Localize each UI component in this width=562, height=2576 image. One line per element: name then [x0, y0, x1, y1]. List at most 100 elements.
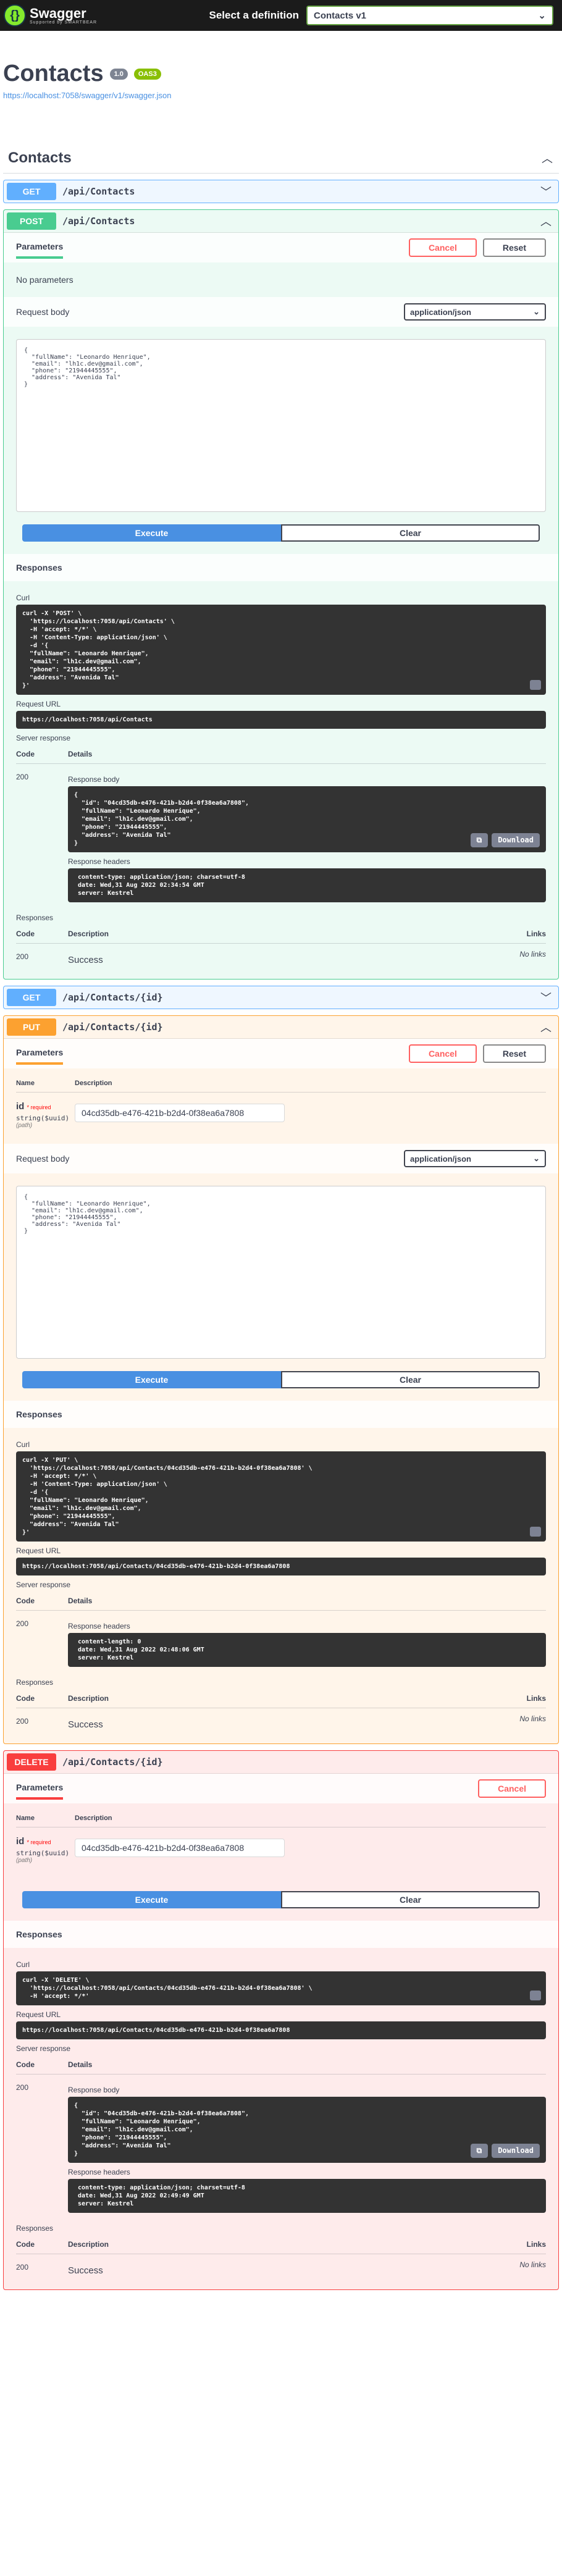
operation-header[interactable]: DELETE /api/Contacts/{id} [4, 1751, 558, 1773]
operation-header[interactable]: PUT /api/Contacts/{id} ︿ [4, 1016, 558, 1038]
operation-get-contacts: GET /api/Contacts ﹀ [3, 180, 559, 203]
response-code: 200 [16, 2263, 29, 2272]
param-type: string($uuid) [16, 1849, 70, 1857]
swagger-logo[interactable]: {} Swagger Supported by SMARTBEAR [4, 4, 97, 27]
details-header: Details [68, 2060, 93, 2069]
execute-button[interactable]: Execute [22, 1371, 281, 1388]
code-header: Code [16, 929, 35, 938]
clear-button[interactable]: Clear [281, 1371, 540, 1388]
curl-label: Curl [16, 594, 30, 602]
copy-icon[interactable] [530, 680, 541, 690]
response-code: 200 [16, 952, 29, 961]
required-marker: * required [27, 1839, 51, 1845]
description-header: Description [75, 1815, 112, 1822]
tab-parameters[interactable]: Parameters [16, 1043, 64, 1065]
response-body-text: { "id": "04cd35db-e476-421b-b2d4-0f38ea6… [74, 2102, 249, 2157]
copy-icon[interactable]: ⧉ [470, 2144, 489, 2158]
curl-label: Curl [16, 1960, 30, 1969]
response-headers-code: content-length: 0 date: Wed,31 Aug 2022 … [68, 1633, 546, 1667]
operation-path: /api/Contacts/{id} [62, 1022, 163, 1033]
operation-header[interactable]: GET /api/Contacts ﹀ [4, 180, 558, 203]
tab-parameters[interactable]: Parameters [16, 237, 64, 259]
code-header: Code [16, 750, 35, 758]
code-header: Code [16, 2060, 35, 2069]
response-code: 200 [16, 773, 29, 781]
curl-code: curl -X 'DELETE' \ 'https://localhost:70… [16, 1971, 546, 2005]
logo-text: Swagger [30, 5, 86, 21]
curl-label: Curl [16, 1440, 30, 1449]
responses-label: Responses [16, 1678, 54, 1687]
description-header: Description [68, 2240, 109, 2249]
response-code: 200 [16, 1619, 29, 1628]
details-header: Details [68, 1596, 93, 1605]
operation-header[interactable]: POST /api/Contacts ︿ [4, 210, 558, 232]
response-headers-label: Response headers [68, 1622, 130, 1630]
response-description: Success [68, 2265, 103, 2276]
id-input[interactable]: 04cd35db-e476-421b-b2d4-0f38ea6a7808 [75, 1104, 285, 1122]
response-body-text: { "id": "04cd35db-e476-421b-b2d4-0f38ea6… [74, 792, 249, 847]
cancel-button[interactable]: Cancel [478, 1779, 546, 1798]
content-type-value: application/json [410, 1154, 471, 1164]
copy-icon[interactable] [530, 1527, 541, 1537]
param-name: id [16, 1101, 25, 1112]
definition-select[interactable]: Contacts v1 ⌄ [306, 6, 553, 25]
cancel-button[interactable]: Cancel [408, 1044, 477, 1063]
tag-header-contacts[interactable]: Contacts ︿ [3, 143, 559, 174]
description-header: Description [68, 1694, 109, 1703]
operation-post-contacts: POST /api/Contacts ︿ Parameters Cancel R… [3, 209, 559, 980]
copy-icon[interactable] [530, 1991, 541, 2000]
server-response-label: Server response [16, 1580, 71, 1589]
oas-badge: OAS3 [133, 68, 161, 80]
response-headers-label: Response headers [68, 2168, 130, 2176]
method-badge: GET [7, 183, 56, 200]
request-url: https://localhost:7058/api/Contacts/04cd… [16, 2021, 546, 2039]
tag-section: Contacts ︿ [3, 143, 559, 174]
links-header: Links [526, 1694, 546, 1703]
responses-label: Responses [16, 913, 54, 922]
download-button[interactable]: Download [492, 833, 540, 847]
page-title-row: Contacts 1.0 OAS3 [3, 61, 559, 87]
request-url-label: Request URL [16, 1546, 61, 1555]
no-parameters-text: No parameters [16, 275, 73, 285]
request-url-label: Request URL [16, 2010, 61, 2019]
server-response-label: Server response [16, 734, 71, 742]
response-body-code: { "id": "04cd35db-e476-421b-b2d4-0f38ea6… [68, 2097, 546, 2163]
execute-button[interactable]: Execute [22, 1891, 281, 1908]
copy-icon[interactable]: ⧉ [470, 833, 489, 847]
request-body-label: Request body [16, 307, 70, 317]
response-description: Success [68, 1719, 103, 1730]
tab-parameters[interactable]: Parameters [16, 1777, 64, 1800]
request-body-textarea[interactable]: { "fullName": "Leonardo Henrique", "emai… [16, 1186, 546, 1359]
response-code: 200 [16, 2083, 29, 2092]
code-header: Code [16, 1596, 35, 1605]
request-body-textarea[interactable]: { "fullName": "Leonardo Henrique", "emai… [16, 339, 546, 512]
clear-button[interactable]: Clear [281, 524, 540, 542]
response-body-code: { "id": "04cd35db-e476-421b-b2d4-0f38ea6… [68, 786, 546, 852]
curl-text: curl -X 'DELETE' \ 'https://localhost:70… [22, 1977, 312, 2000]
download-button[interactable]: Download [492, 2144, 540, 2158]
chevron-down-icon: ⌄ [538, 10, 546, 21]
swagger-json-link[interactable]: https://localhost:7058/swagger/v1/swagge… [3, 91, 559, 100]
reset-button[interactable]: Reset [482, 238, 546, 257]
curl-code: curl -X 'PUT' \ 'https://localhost:7058/… [16, 1451, 546, 1542]
responses-header: Responses [4, 554, 558, 581]
response-headers-code: content-type: application/json; charset=… [68, 868, 546, 902]
reset-button[interactable]: Reset [482, 1044, 546, 1063]
execute-button[interactable]: Execute [22, 524, 281, 542]
request-url-label: Request URL [16, 700, 61, 708]
cancel-button[interactable]: Cancel [408, 238, 477, 257]
swagger-logo-icon: {} [4, 4, 26, 27]
content-type-select[interactable]: application/json ⌄ [404, 303, 546, 321]
id-input[interactable]: 04cd35db-e476-421b-b2d4-0f38ea6a7808 [75, 1839, 285, 1857]
tag-name: Contacts [8, 149, 72, 166]
operation-header[interactable]: GET /api/Contacts/{id} ﹀ [4, 986, 558, 1009]
response-code: 200 [16, 1717, 29, 1726]
chevron-down-icon: ⌄ [533, 1154, 540, 1163]
content-type-select[interactable]: application/json ⌄ [404, 1150, 546, 1167]
clear-button[interactable]: Clear [281, 1891, 540, 1908]
curl-text: curl -X 'PUT' \ 'https://localhost:7058/… [22, 1457, 312, 1536]
curl-code: curl -X 'POST' \ 'https://localhost:7058… [16, 605, 546, 695]
method-badge: GET [7, 989, 56, 1006]
operation-path: /api/Contacts/{id} [62, 1756, 163, 1768]
operation-put-contact: PUT /api/Contacts/{id} ︿ Parameters Canc… [3, 1015, 559, 1744]
